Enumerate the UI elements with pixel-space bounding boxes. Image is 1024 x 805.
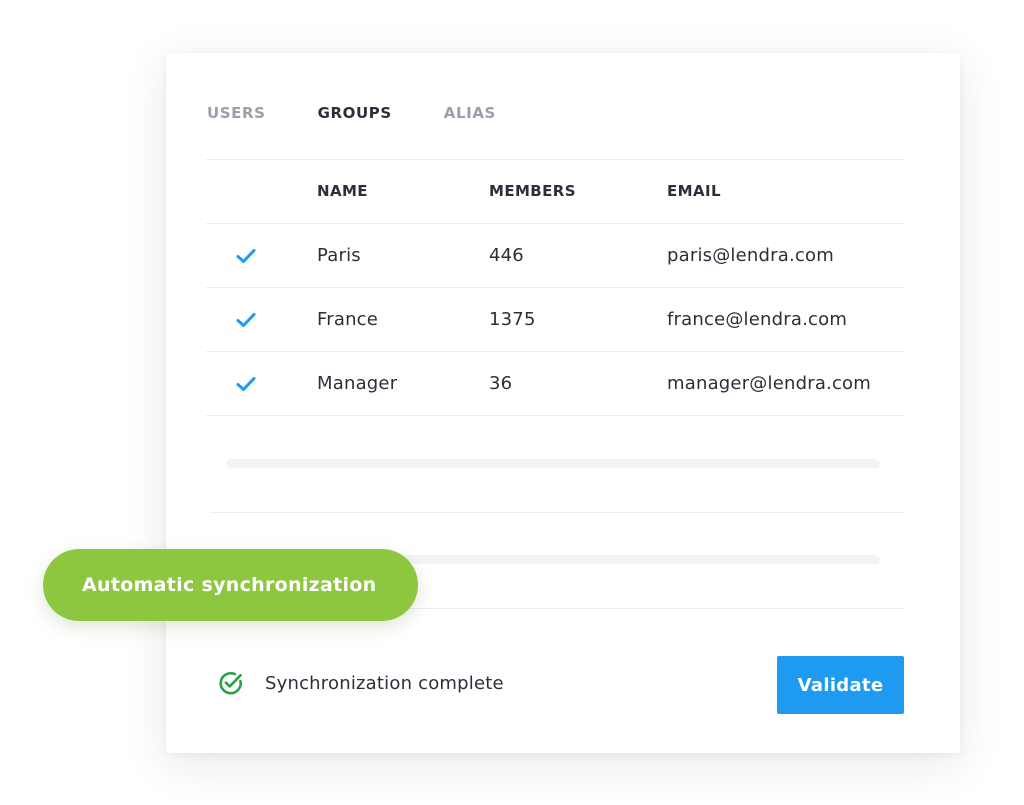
- checkmark-icon[interactable]: [236, 376, 256, 392]
- row-members: 446: [489, 245, 524, 266]
- checkmark-icon[interactable]: [236, 312, 256, 328]
- column-header-name[interactable]: NAME: [317, 160, 368, 223]
- table-row[interactable]: France 1375 france@lendra.com: [206, 287, 904, 351]
- row-email: manager@lendra.com: [667, 373, 872, 394]
- row-email: paris@lendra.com: [667, 245, 834, 266]
- check-circle-icon: [219, 671, 242, 695]
- groups-table: NAME MEMBERS EMAIL Paris 446 paris@lendr…: [206, 159, 904, 416]
- validate-button[interactable]: Validate: [777, 656, 904, 714]
- table-header: NAME MEMBERS EMAIL: [206, 159, 904, 223]
- placeholder-divider: [210, 512, 904, 513]
- row-name: Manager: [317, 373, 398, 394]
- column-header-members[interactable]: MEMBERS: [489, 160, 576, 223]
- row-email: france@lendra.com: [667, 309, 848, 330]
- row-members: 1375: [489, 309, 536, 330]
- tab-users[interactable]: USERS: [207, 104, 266, 122]
- automatic-sync-badge: Automatic synchronization: [43, 549, 418, 621]
- row-name: France: [317, 309, 379, 330]
- table-row[interactable]: Paris 446 paris@lendra.com: [206, 223, 904, 287]
- sync-status-text: Synchronization complete: [265, 672, 504, 694]
- tab-groups[interactable]: GROUPS: [318, 104, 392, 122]
- table-row[interactable]: Manager 36 manager@lendra.com: [206, 351, 904, 416]
- sync-status: Synchronization complete: [218, 668, 504, 698]
- row-name: Paris: [317, 245, 361, 266]
- checkmark-icon[interactable]: [236, 248, 256, 264]
- row-members: 36: [489, 373, 513, 394]
- column-header-email[interactable]: EMAIL: [667, 160, 721, 223]
- placeholder-bar: [226, 459, 880, 468]
- groups-card: USERS GROUPS ALIAS NAME MEMBERS EMAIL Pa…: [166, 53, 960, 753]
- tab-bar: USERS GROUPS ALIAS: [207, 104, 496, 122]
- tab-alias[interactable]: ALIAS: [444, 104, 496, 122]
